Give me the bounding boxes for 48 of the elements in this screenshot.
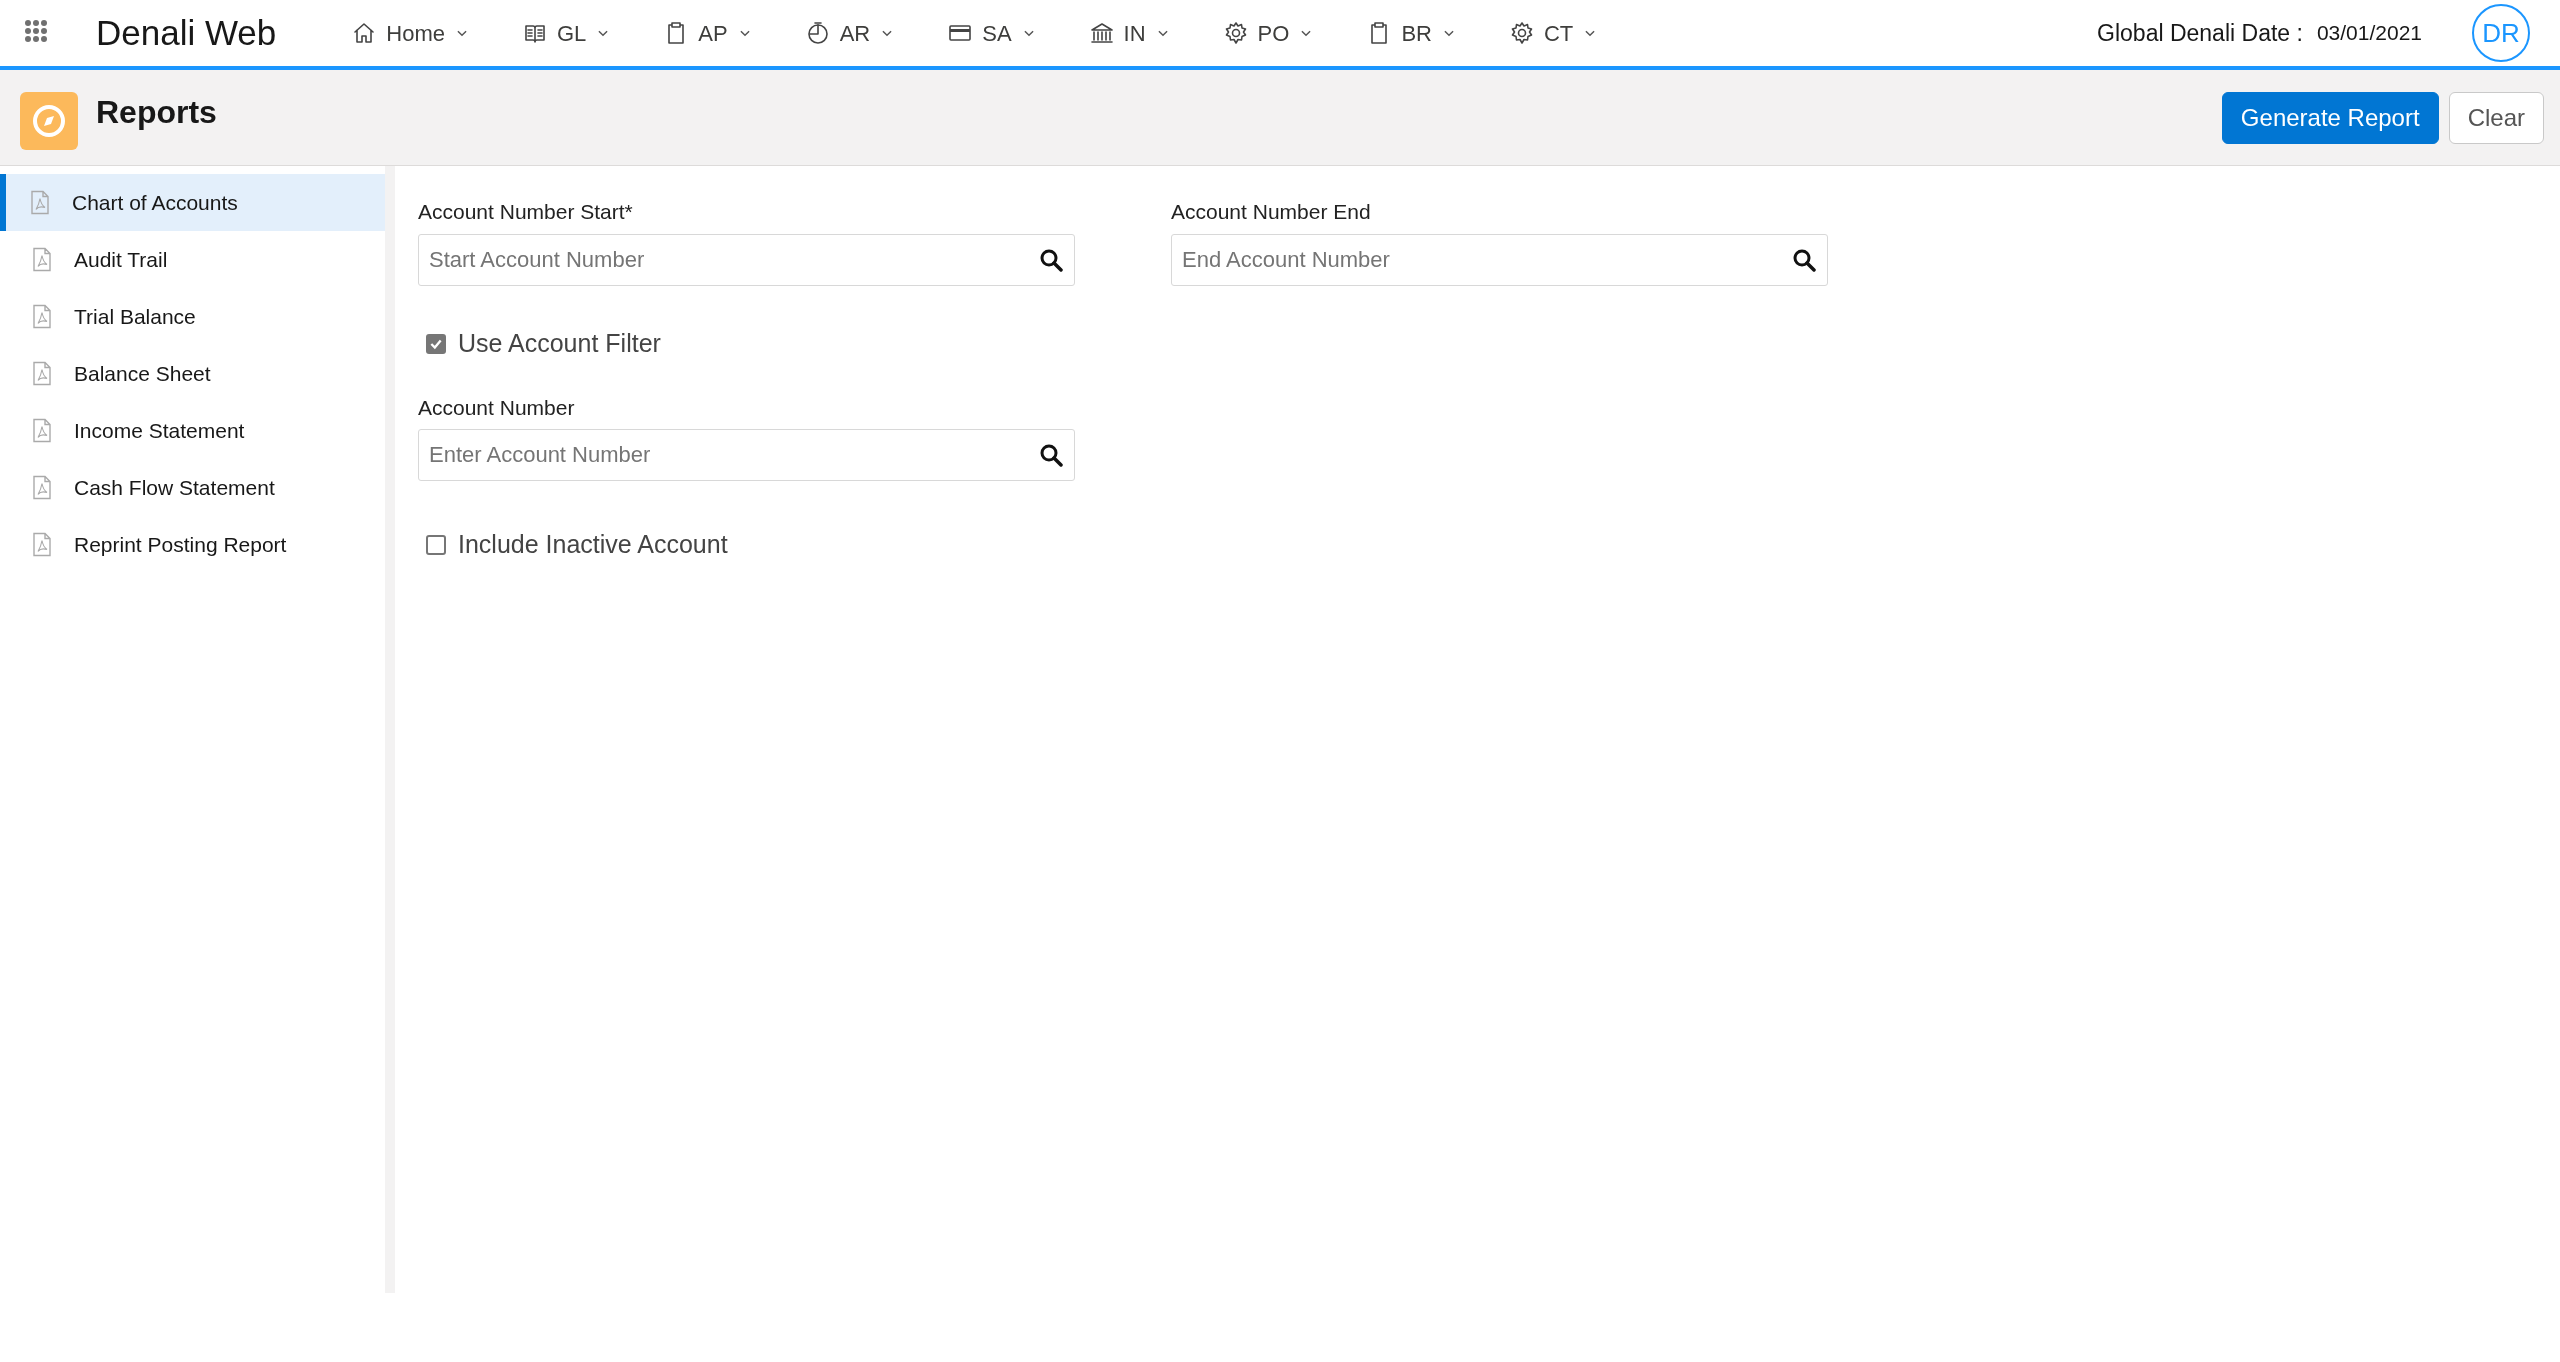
clear-button[interactable]: Clear xyxy=(2448,91,2544,144)
search-field[interactable]: End Account Number xyxy=(1171,233,1828,286)
home-icon xyxy=(352,21,377,45)
pdf-file-icon xyxy=(30,474,54,501)
field-label: Account Number End xyxy=(1171,199,1372,225)
sidebar-item[interactable]: Balance Sheet xyxy=(0,345,385,402)
field-label: Account Number xyxy=(418,394,576,421)
date-label: Global Denali Date : xyxy=(2097,18,2303,48)
search-field[interactable]: Enter Account Number xyxy=(418,429,1075,481)
checkbox[interactable] xyxy=(426,535,446,555)
checkbox-label: Use Account Filter xyxy=(458,327,661,359)
pdf-file-icon xyxy=(28,189,52,216)
nav-menu-item[interactable]: GL xyxy=(506,8,627,58)
nav-menu-item[interactable]: SA xyxy=(932,8,1052,58)
sidebar-item[interactable]: Reprint Posting Report xyxy=(0,516,385,573)
search-icon xyxy=(1792,247,1816,272)
bank-icon xyxy=(1089,21,1114,45)
gear-icon xyxy=(1223,21,1248,45)
nav-menu-item[interactable]: PO xyxy=(1207,8,1330,58)
sidebar-item[interactable]: Income Statement xyxy=(0,402,385,459)
nav-menu-item[interactable]: AP xyxy=(648,8,768,58)
search-icon xyxy=(1039,247,1063,272)
pdf-file-icon xyxy=(30,246,54,273)
sidebar-item[interactable]: Cash Flow Statement xyxy=(0,459,385,516)
pdf-file-icon xyxy=(30,417,54,444)
nav-menu-item[interactable]: IN xyxy=(1073,8,1186,58)
pdf-file-icon xyxy=(30,303,54,330)
sidebar-item[interactable]: Audit Trail xyxy=(0,231,385,288)
sidebar-item[interactable]: Chart of Accounts xyxy=(0,174,385,231)
report-app-icon xyxy=(20,92,78,150)
sidebar-item[interactable]: Trial Balance xyxy=(0,288,385,345)
search-field[interactable]: Start Account Number xyxy=(418,233,1075,286)
app-title: Denali Web xyxy=(96,11,277,54)
gear-icon xyxy=(1509,21,1534,45)
nav-menu-item[interactable]: BR xyxy=(1351,8,1472,58)
page-title: Reports xyxy=(96,93,217,132)
nav-menu-item[interactable]: CT xyxy=(1493,8,1614,58)
clock-icon xyxy=(805,21,830,45)
date-value: 03/01/2021 xyxy=(2316,20,2422,47)
checkbox-label: Include Inactive Account xyxy=(458,529,728,561)
generate-report-button[interactable]: Generate Report xyxy=(2221,91,2439,144)
search-icon xyxy=(1039,443,1063,467)
checkbox[interactable] xyxy=(426,333,446,354)
nav-menu-item[interactable]: AR xyxy=(789,8,911,58)
pdf-file-icon xyxy=(30,360,54,387)
pdf-file-icon xyxy=(30,531,54,558)
field-label: Account Number Start* xyxy=(418,199,634,225)
nav-menu-item[interactable]: Home xyxy=(336,8,485,58)
